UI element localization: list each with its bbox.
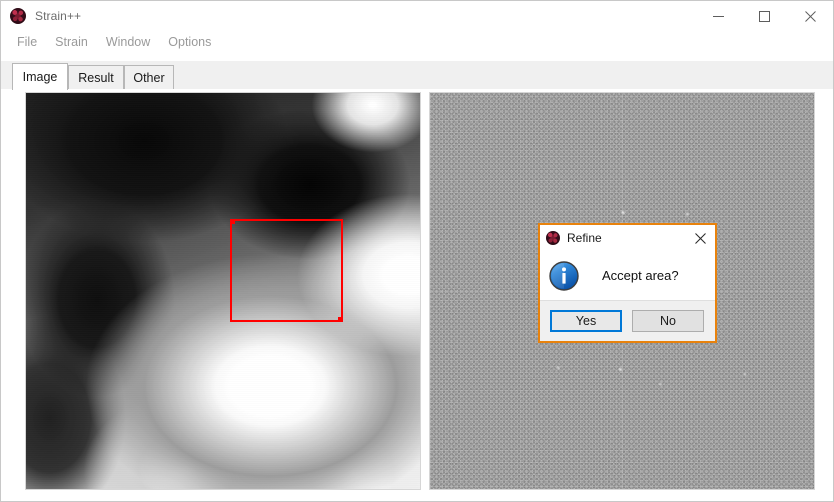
dialog-message: Accept area? — [602, 268, 679, 283]
close-button[interactable] — [787, 1, 833, 31]
menu-item-file[interactable]: File — [8, 33, 46, 51]
dialog-title-bar: Refine — [540, 225, 715, 251]
phase-image — [26, 93, 420, 489]
application-window: Strain++ File Strain Window Options Imag… — [0, 0, 834, 502]
window-title: Strain++ — [35, 9, 82, 23]
dialog-title: Refine — [567, 231, 602, 245]
phase-image-panel[interactable] — [25, 92, 421, 490]
menu-item-window[interactable]: Window — [97, 33, 159, 51]
menu-bar: File Strain Window Options — [1, 31, 833, 53]
no-button[interactable]: No — [632, 310, 704, 332]
selection-handle-bottom-right[interactable] — [338, 317, 343, 322]
minimize-button[interactable] — [695, 1, 741, 31]
tab-image[interactable]: Image — [12, 63, 68, 90]
tab-strip: Image Result Other — [1, 61, 833, 90]
refine-dialog: Refine Accept area? Yes No — [538, 223, 717, 343]
close-icon — [804, 10, 816, 22]
close-icon — [694, 232, 706, 244]
selection-rectangle[interactable] — [230, 219, 343, 322]
minimize-icon — [712, 15, 724, 17]
information-icon — [548, 260, 580, 292]
dialog-footer: Yes No — [540, 300, 715, 341]
window-controls — [695, 1, 833, 31]
dialog-app-icon — [546, 231, 560, 245]
yes-button[interactable]: Yes — [550, 310, 622, 332]
maximize-icon — [758, 10, 770, 22]
maximize-button[interactable] — [741, 1, 787, 31]
title-bar: Strain++ — [1, 1, 833, 31]
menu-item-options[interactable]: Options — [159, 33, 220, 51]
tab-result[interactable]: Result — [68, 65, 124, 90]
selection-handle-top-left[interactable] — [230, 219, 235, 224]
menu-item-strain[interactable]: Strain — [46, 33, 97, 51]
app-icon — [10, 8, 26, 24]
information-icon-glyph — [549, 260, 579, 291]
tab-other[interactable]: Other — [124, 65, 174, 90]
dialog-body: Accept area? — [540, 251, 715, 300]
dialog-close-button[interactable] — [685, 225, 715, 251]
